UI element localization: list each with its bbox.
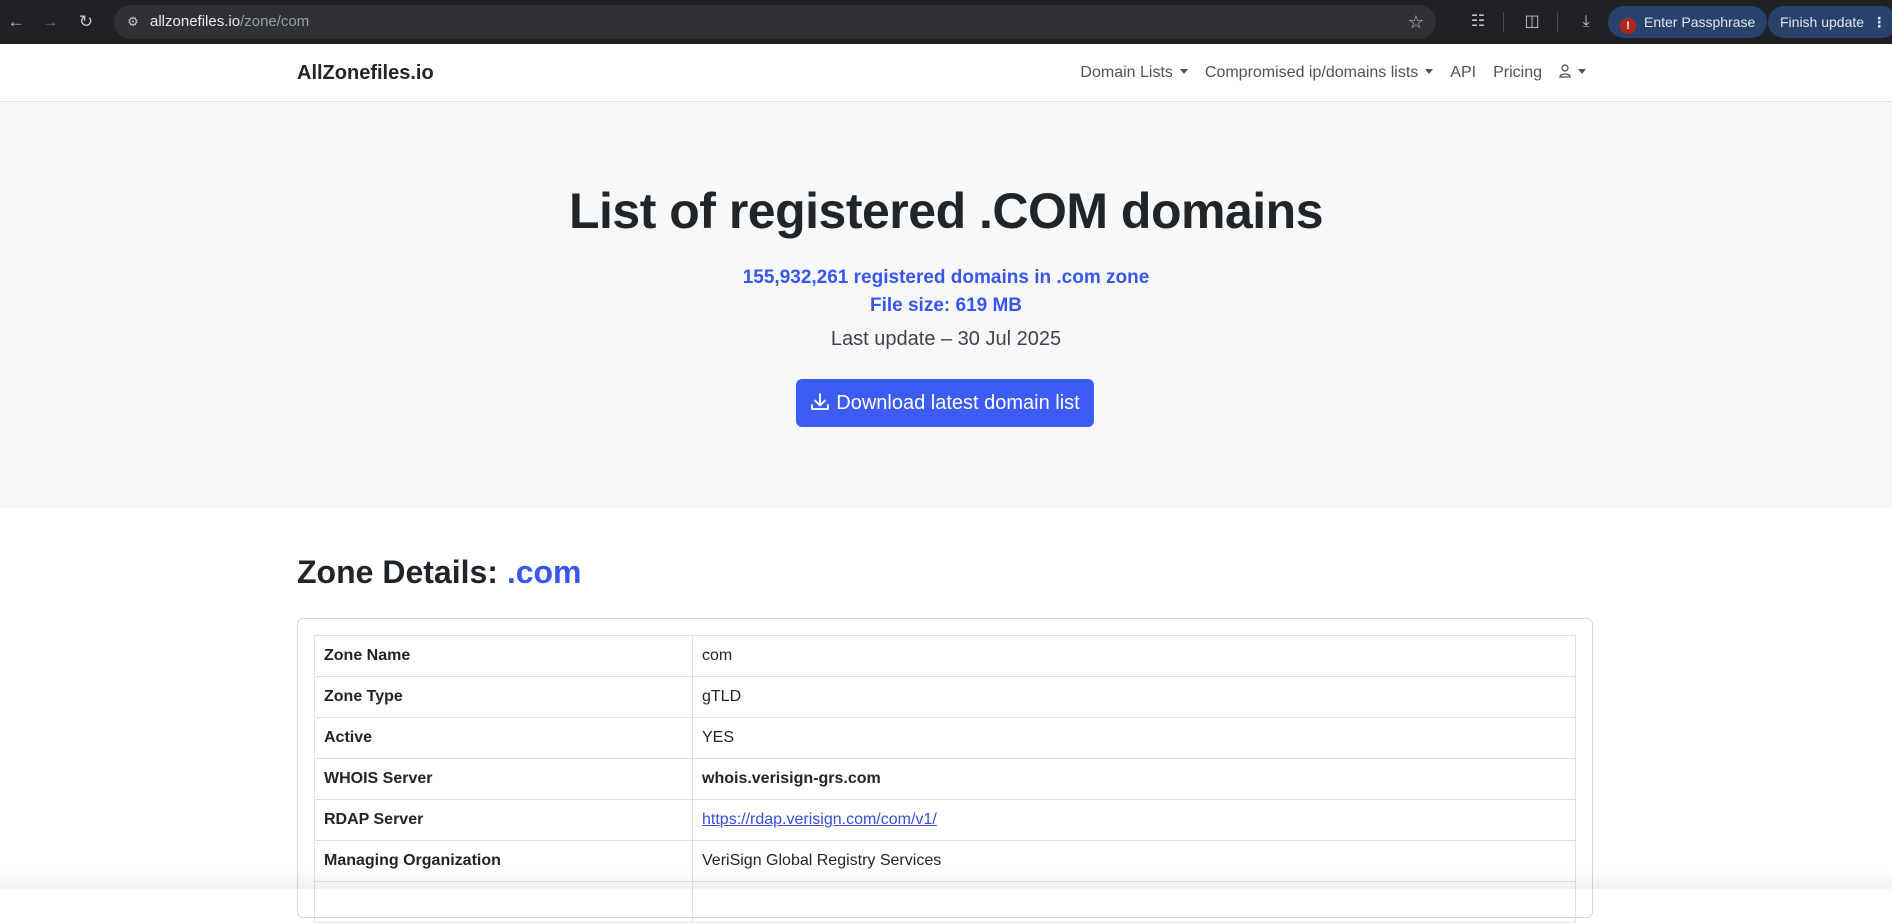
zone-details-heading: Zone Details: .com [297,554,582,591]
download-icon [810,382,830,430]
address-bar[interactable]: ⚙ allzonefiles.io/zone/com ☆ [114,5,1436,39]
zone-type-value: gTLD [692,676,1576,718]
domain-count: 155,932,261 registered domains in .com z… [742,267,1150,288]
brand-logo[interactable]: AllZonefiles.io [297,44,434,102]
whois-server-key: WHOIS Server [314,758,693,800]
url-path: /zone/com [240,13,310,30]
zone-name-value: com [692,635,1576,677]
active-key: Active [314,717,693,759]
last-update: Last update – 30 Jul 2025 [830,328,1062,350]
site-navbar: AllZonefiles.io Domain Lists Compromised… [0,44,1892,102]
nav-user-menu[interactable] [1559,64,1586,82]
update-label: Finish update [1780,14,1865,30]
nav-menu: Domain Lists Compromised ip/domains list… [1063,44,1586,102]
table-row: Active YES [314,717,1576,759]
enter-passphrase-button[interactable]: ! Enter Passphrase [1608,6,1768,38]
rdap-server-key: RDAP Server [314,799,693,841]
nav-label: Compromised ip/domains lists [1204,64,1419,81]
managing-org-value: VeriSign Global Registry Services [692,840,1576,882]
zone-name-key: Zone Name [314,635,693,677]
url-host: allzonefiles.io [150,13,241,30]
zone-type-key: Zone Type [314,676,693,718]
table-row [314,881,1576,923]
table-row: Zone Type gTLD [314,676,1576,718]
download-label: Download latest domain list [836,392,1080,414]
passphrase-label: Enter Passphrase [1644,14,1756,30]
table-row: Zone Name com [314,635,1576,677]
chevron-down-icon [1578,69,1586,74]
active-value: YES [692,717,1576,759]
toolbar-divider [1557,12,1558,32]
table-row: Managing Organization VeriSign Global Re… [314,840,1576,882]
rdap-server-cell: https://rdap.verisign.com/com/v1/ [692,799,1576,841]
url-text[interactable]: allzonefiles.io/zone/com [150,5,309,39]
nav-api[interactable]: API [1450,64,1476,82]
hero-section: List of registered .COM domains 155,932,… [0,102,1892,508]
nav-domain-lists[interactable]: Domain Lists [1080,64,1188,82]
chevron-down-icon [1179,69,1188,74]
extensions-icon[interactable]: ☷ [1464,8,1492,36]
more-menu-icon[interactable]: ⋮ [1872,6,1886,38]
bookmark-star-icon[interactable]: ☆ [1408,5,1424,39]
download-domain-list-button[interactable]: Download latest domain list [796,379,1094,427]
tab-search-icon[interactable]: ◫ [1518,8,1546,36]
toolbar-divider [1503,12,1504,32]
nav-pricing[interactable]: Pricing [1493,64,1542,82]
warning-icon: ! [1620,18,1636,34]
site-settings-icon[interactable]: ⚙ [122,11,144,33]
page-title: List of registered .COM domains [568,183,1324,239]
nav-label: Domain Lists [1080,64,1173,81]
forward-arrow-icon[interactable]: → [36,8,64,36]
nav-compromised-lists[interactable]: Compromised ip/domains lists [1204,64,1434,82]
table-row: WHOIS Server whois.verisign-grs.com [314,758,1576,800]
table-cell [692,881,1576,923]
file-size: File size: 619 MB [869,295,1023,316]
table-cell [314,881,693,923]
chevron-down-icon [1425,69,1434,74]
table-row: RDAP Server https://rdap.verisign.com/co… [314,799,1576,841]
zone-title-prefix: Zone Details: [297,554,498,590]
browser-toolbar: ← → ↻ ⚙ allzonefiles.io/zone/com ☆ ☷ ◫ ⤓… [0,0,1892,44]
back-arrow-icon[interactable]: ← [2,8,30,36]
zone-details-table: Zone Name com Zone Type gTLD Active YES … [314,635,1576,923]
reload-icon[interactable]: ↻ [72,8,100,36]
rdap-server-link[interactable]: https://rdap.verisign.com/com/v1/ [702,811,937,828]
managing-org-key: Managing Organization [314,840,693,882]
user-icon [1559,64,1571,80]
finish-update-button[interactable]: Finish update ⋮ [1768,6,1892,38]
zone-title-tld: .com [506,554,582,590]
whois-server-value: whois.verisign-grs.com [692,758,1576,800]
zone-details-card: Zone Name com Zone Type gTLD Active YES … [297,618,1593,923]
download-icon[interactable]: ⤓ [1572,8,1600,36]
